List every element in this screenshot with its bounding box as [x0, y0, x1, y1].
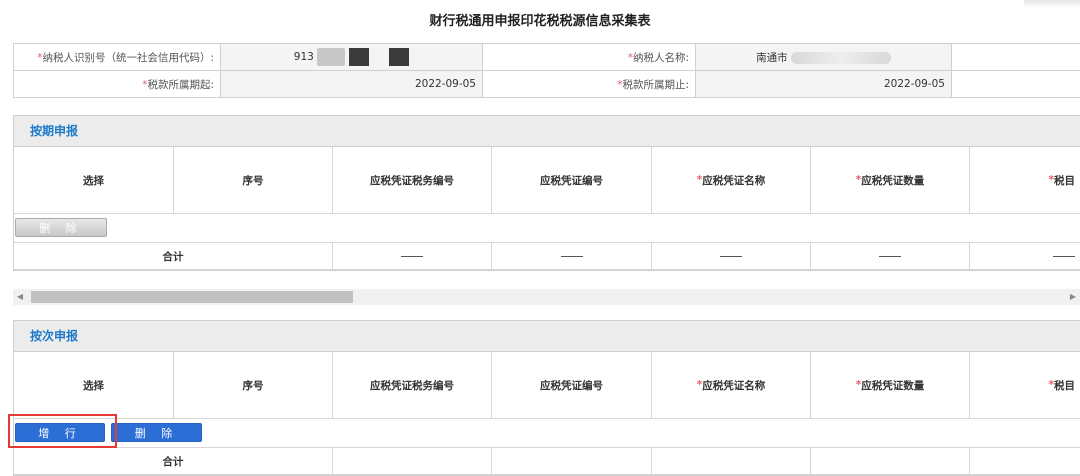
page-title: 财行税通用申报印花税税源信息采集表: [0, 10, 1080, 29]
total-label: 合计: [14, 448, 333, 474]
total-row: 合计: [14, 448, 1080, 475]
info-row-period: *税款所属期起: 2022-09-05 *税款所属期止: 2022-09-05: [14, 71, 1080, 98]
column-header: 选择: [14, 147, 174, 213]
table-header-row: 选择 序号 应税凭证税务编号 应税凭证编号 *应税凭证名称 *应税凭证数量 *税…: [14, 352, 1080, 419]
info-spacer: [952, 71, 1080, 98]
total-cell: [970, 243, 1080, 269]
taxpayer-id-label: *纳税人识别号（统一社会信用代码）:: [14, 44, 221, 71]
taxpayer-name-field[interactable]: 南通市: [696, 44, 952, 71]
total-cell: [811, 448, 970, 474]
column-header: *税目: [970, 352, 1080, 418]
column-header: *应税凭证名称: [652, 147, 811, 213]
delete-button[interactable]: 删 除: [15, 218, 107, 237]
column-header: 选择: [14, 352, 174, 418]
column-header: 序号: [174, 147, 333, 213]
action-row: 删 除: [14, 214, 1080, 243]
section-title: 按期申报: [14, 116, 1080, 147]
column-header: *应税凭证名称: [652, 352, 811, 418]
period-start-label: *税款所属期起:: [14, 71, 221, 98]
section-title: 按次申报: [14, 321, 1080, 352]
window-shadow: [1024, 0, 1080, 8]
total-row: 合计: [14, 243, 1080, 270]
scroll-left-icon[interactable]: ◀: [13, 289, 27, 305]
periodic-declaration-section: 按期申报 选择 序号 应税凭证税务编号 应税凭证编号 *应税凭证名称 *应税凭证…: [13, 115, 1080, 271]
redaction-mask: [317, 48, 345, 66]
column-header: *应税凭证数量: [811, 352, 970, 418]
period-end-field[interactable]: 2022-09-05: [696, 71, 952, 98]
taxpayer-info-table: *纳税人识别号（统一社会信用代码）: 913 *纳税人名称: 南通市 *税款所属…: [13, 43, 1080, 98]
column-header: 应税凭证税务编号: [333, 352, 492, 418]
total-cell: [333, 243, 492, 269]
redaction-mask: [349, 48, 369, 66]
scroll-right-icon[interactable]: ▶: [1066, 289, 1080, 305]
period-start-field[interactable]: 2022-09-05: [221, 71, 483, 98]
column-header: *税目: [970, 147, 1080, 213]
total-cell: [333, 448, 492, 474]
total-cell: [652, 448, 811, 474]
info-row-taxpayer: *纳税人识别号（统一社会信用代码）: 913 *纳税人名称: 南通市: [14, 44, 1080, 71]
column-header: 应税凭证编号: [492, 147, 652, 213]
table-header-row: 选择 序号 应税凭证税务编号 应税凭证编号 *应税凭证名称 *应税凭证数量 *税…: [14, 147, 1080, 214]
taxpayer-id-field[interactable]: 913: [221, 44, 483, 71]
taxpayer-name-label: *纳税人名称:: [483, 44, 696, 71]
column-header: 应税凭证税务编号: [333, 147, 492, 213]
delete-button[interactable]: 删 除: [111, 423, 202, 442]
total-cell: [492, 243, 652, 269]
total-cell: [492, 448, 652, 474]
total-cell: [970, 448, 1080, 474]
action-row: 增 行 删 除: [14, 419, 1080, 448]
highlight-box: [8, 414, 117, 448]
per-time-declaration-section: 按次申报 选择 序号 应税凭证税务编号 应税凭证编号 *应税凭证名称 *应税凭证…: [13, 320, 1080, 476]
info-spacer: [952, 44, 1080, 71]
column-header: *应税凭证数量: [811, 147, 970, 213]
total-cell: [652, 243, 811, 269]
horizontal-scrollbar[interactable]: ◀ ▶: [13, 289, 1080, 305]
scrollbar-thumb[interactable]: [31, 291, 353, 303]
period-end-label: *税款所属期止:: [483, 71, 696, 98]
redaction-mask: [389, 48, 409, 66]
column-header: 应税凭证编号: [492, 352, 652, 418]
total-label: 合计: [14, 243, 333, 269]
redaction-mask: [791, 52, 891, 64]
total-cell: [811, 243, 970, 269]
column-header: 序号: [174, 352, 333, 418]
